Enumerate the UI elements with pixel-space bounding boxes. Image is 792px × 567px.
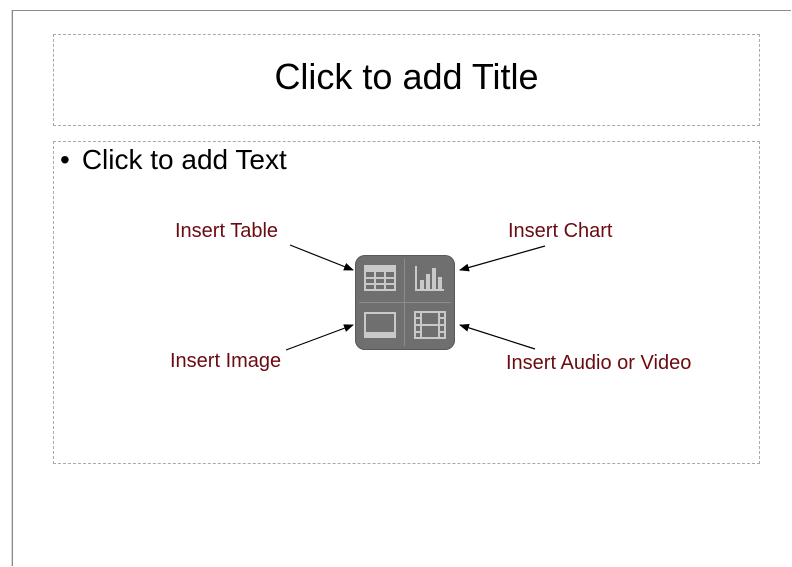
insert-audio-video-label: Insert Audio or Video	[506, 352, 692, 374]
insert-image-label: Insert Image	[170, 350, 282, 372]
bullet-marker: •	[60, 144, 70, 175]
chart-icon	[414, 266, 444, 291]
content-bullet-line: • Click to add Text	[60, 144, 287, 176]
insert-image-button[interactable]	[355, 302, 404, 348]
title-placeholder[interactable]: Click to add Title	[53, 34, 760, 126]
insert-chart-label: Insert Chart	[508, 220, 613, 242]
film-icon	[413, 311, 446, 339]
insert-table-button[interactable]	[355, 255, 404, 301]
title-placeholder-text: Click to add Title	[274, 56, 539, 97]
insert-object-panel	[355, 255, 455, 350]
table-icon	[363, 265, 396, 291]
content-placeholder-text: Click to add Text	[81, 144, 287, 175]
insert-chart-button[interactable]	[405, 255, 454, 301]
insert-table-label: Insert Table	[175, 220, 279, 242]
insert-audio-video-button[interactable]	[405, 302, 454, 348]
image-icon	[363, 312, 396, 338]
